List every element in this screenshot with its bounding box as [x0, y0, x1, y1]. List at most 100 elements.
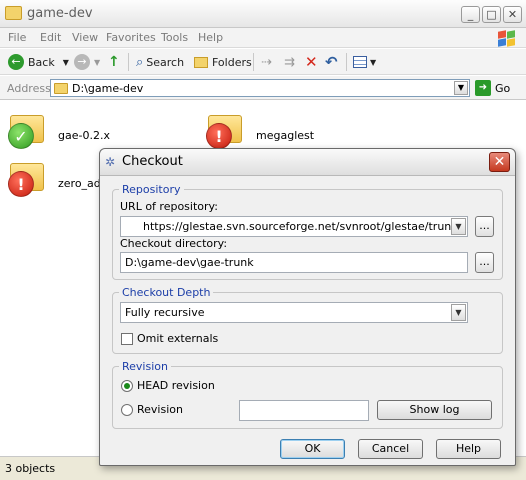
list-item[interactable]: ✓ gae-0.2.x	[8, 111, 110, 151]
folder-icon: !	[206, 111, 246, 151]
checkout-dialog: ✲ Checkout ✕ Repository URL of repositor…	[99, 148, 516, 466]
minimize-button[interactable]: _	[461, 6, 480, 23]
tortoise-icon: ✲	[105, 155, 116, 169]
search-icon: ⌕	[136, 54, 144, 70]
exclamation-icon: !	[206, 123, 232, 149]
checkout-directory-input[interactable]: D:\game-dev\gae-trunk	[120, 252, 468, 273]
close-icon: ✕	[493, 154, 506, 170]
browse-directory-button[interactable]: ...	[475, 252, 494, 273]
repository-legend: Repository	[119, 183, 184, 196]
address-path: D:\game-dev	[72, 82, 144, 95]
ok-button[interactable]: OK	[280, 439, 345, 459]
url-value: https://glestae.svn.sourceforge.net/svnr…	[143, 220, 458, 233]
toolbar-separator	[253, 53, 254, 71]
copy-to-button[interactable]: ⇉	[284, 53, 295, 71]
cancel-button[interactable]: Cancel	[358, 439, 423, 459]
depth-value: Fully recursive	[125, 306, 205, 319]
menu-favorites[interactable]: Favorites	[106, 31, 156, 44]
chevron-down-icon[interactable]: ▼	[454, 81, 468, 95]
folder-icon	[5, 6, 22, 20]
menu-bar: File Edit View Favorites Tools Help	[0, 28, 526, 48]
go-button[interactable]: ➜ Go	[475, 79, 510, 97]
views-icon	[353, 56, 367, 68]
file-name: zero_ad	[58, 177, 101, 190]
chevron-down-icon: ▼	[94, 57, 101, 67]
delete-x-icon: ✕	[305, 53, 318, 71]
menu-file[interactable]: File	[8, 31, 26, 44]
address-label: Address	[7, 82, 51, 95]
delete-button[interactable]: ✕	[305, 53, 318, 71]
toolbar-separator	[128, 53, 129, 71]
menu-edit[interactable]: Edit	[40, 31, 61, 44]
checkout-directory-label: Checkout directory:	[120, 237, 228, 250]
maximize-button[interactable]: □	[482, 6, 501, 23]
head-revision-radio[interactable]	[121, 380, 133, 392]
checkout-depth-legend: Checkout Depth	[119, 286, 214, 299]
move-to-button[interactable]: ⇢	[261, 53, 272, 71]
go-label: Go	[495, 81, 511, 95]
revision-label: Revision	[137, 403, 183, 416]
back-button[interactable]: ← Back ▼	[8, 53, 69, 71]
file-name: gae-0.2.x	[58, 129, 110, 142]
undo-icon: ↶	[325, 53, 338, 71]
copy-to-icon: ⇉	[284, 54, 295, 70]
menu-tools[interactable]: Tools	[161, 31, 188, 44]
show-log-button[interactable]: Show log	[377, 400, 492, 420]
list-item[interactable]: ! zero_ad	[8, 159, 101, 199]
back-arrow-icon: ←	[8, 54, 24, 70]
views-button[interactable]: ▼	[353, 53, 376, 71]
checkout-depth-group: Checkout Depth Fully recursive ▼ Omit ex…	[112, 286, 503, 354]
menu-help[interactable]: Help	[198, 31, 223, 44]
undo-button[interactable]: ↶	[325, 53, 338, 71]
chevron-down-icon: ▼	[370, 57, 377, 67]
exclamation-icon: !	[8, 171, 34, 197]
checkmark-icon: ✓	[8, 123, 34, 149]
folders-label: Folders	[212, 55, 252, 69]
repository-group: Repository URL of repository: https://gl…	[112, 183, 503, 280]
omit-externals-checkbox[interactable]	[121, 333, 133, 345]
dialog-title-bar[interactable]: ✲ Checkout ✕	[100, 149, 515, 176]
revision-group: Revision HEAD revision Revision Show log	[112, 360, 503, 429]
back-label: Back	[28, 55, 55, 69]
folder-icon	[54, 83, 68, 94]
menu-view[interactable]: View	[72, 31, 98, 44]
address-bar: Address D:\game-dev ▼ ➜ Go	[0, 76, 526, 100]
folder-icon: ✓	[8, 111, 48, 151]
chevron-down-icon: ▼	[62, 57, 69, 67]
help-button[interactable]: Help	[436, 439, 501, 459]
list-item[interactable]: ! megaglest	[206, 111, 314, 151]
window-title: game-dev	[27, 6, 93, 21]
forward-button[interactable]: → ▼	[74, 53, 100, 71]
close-button[interactable]: ✕	[503, 6, 522, 23]
folders-button[interactable]: Folders	[194, 53, 252, 71]
move-to-icon: ⇢	[261, 54, 272, 70]
up-folder-button[interactable]: ↑	[108, 53, 120, 71]
chevron-down-icon[interactable]: ▼	[451, 218, 466, 235]
url-combobox[interactable]: https://glestae.svn.sourceforge.net/svnr…	[120, 216, 468, 237]
dialog-title: Checkout	[122, 154, 183, 169]
url-label: URL of repository:	[120, 200, 218, 213]
file-name: megaglest	[256, 129, 315, 142]
dialog-close-button[interactable]: ✕	[489, 152, 510, 172]
windows-logo-icon	[492, 28, 520, 48]
revision-radio[interactable]	[121, 404, 133, 416]
toolbar: ← Back ▼ → ▼ ↑ ⌕ Search Folders ⇢ ⇉ ✕ ↶ …	[0, 49, 526, 75]
depth-select[interactable]: Fully recursive ▼	[120, 302, 468, 323]
up-arrow-icon: ↑	[108, 54, 120, 70]
address-input[interactable]: D:\game-dev ▼	[50, 79, 470, 97]
folder-icon: !	[8, 159, 48, 199]
chevron-down-icon[interactable]: ▼	[451, 304, 466, 321]
browse-url-button[interactable]: ...	[475, 216, 494, 237]
revision-input[interactable]	[239, 400, 369, 421]
omit-externals-label: Omit externals	[137, 332, 219, 345]
status-text: 3 objects	[5, 462, 56, 475]
folders-icon	[194, 56, 208, 68]
toolbar-separator	[346, 53, 347, 71]
revision-legend: Revision	[119, 360, 171, 373]
explorer-title-bar: game-dev _ □ ✕	[0, 0, 526, 28]
forward-arrow-icon: →	[74, 54, 90, 70]
go-arrow-icon: ➜	[475, 80, 491, 96]
search-label: Search	[146, 55, 185, 69]
head-revision-label: HEAD revision	[137, 379, 215, 392]
search-button[interactable]: ⌕ Search	[136, 53, 184, 71]
